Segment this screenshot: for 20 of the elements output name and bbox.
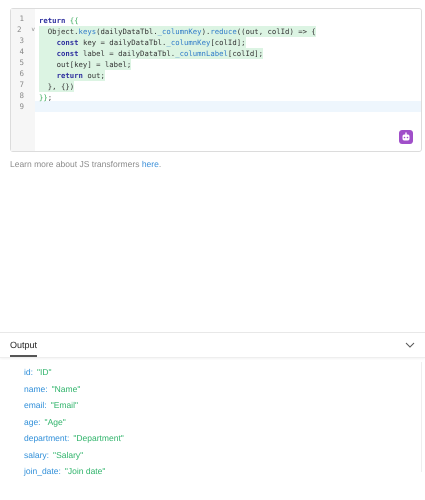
output-key: department: bbox=[24, 433, 70, 444]
output-value: "Join date" bbox=[64, 466, 106, 476]
help-text: Learn more about JS transformers here. bbox=[10, 159, 162, 169]
help-link[interactable]: here bbox=[142, 159, 159, 169]
output-value: "Email" bbox=[50, 400, 78, 410]
output-key: age: bbox=[24, 416, 41, 427]
output-key: id: bbox=[24, 367, 33, 378]
output-key: name: bbox=[24, 384, 48, 394]
output-key: salary: bbox=[24, 450, 50, 460]
output-value: "Department" bbox=[73, 433, 124, 444]
output-key: email: bbox=[24, 400, 47, 410]
output-value: "Name" bbox=[52, 384, 80, 394]
code-editor[interactable] bbox=[10, 8, 422, 152]
output-key: join_date: bbox=[24, 466, 61, 476]
chevron-down-icon[interactable] bbox=[405, 342, 415, 348]
output-value: "Age" bbox=[44, 416, 66, 427]
output-tab[interactable]: Output bbox=[10, 333, 38, 357]
output-value: "ID" bbox=[36, 367, 52, 378]
output-value: "Salary" bbox=[53, 450, 84, 460]
robot-icon[interactable] bbox=[399, 130, 413, 144]
